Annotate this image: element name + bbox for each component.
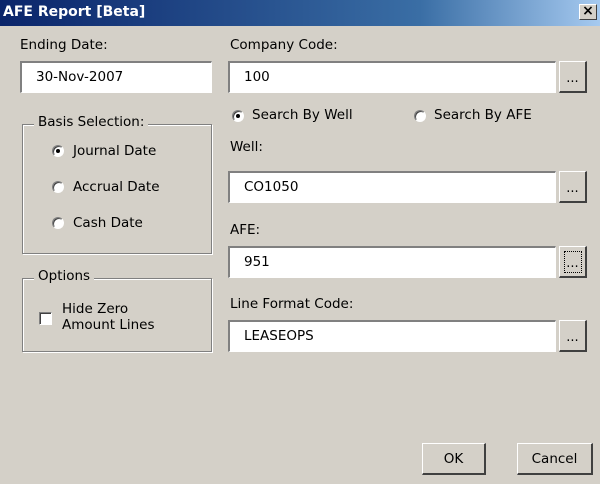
afe-label: AFE: [230, 222, 261, 238]
ok-button[interactable]: OK [422, 443, 486, 475]
line-format-browse-button[interactable]: ... [559, 320, 587, 352]
accrual-date-label[interactable]: Accrual Date [73, 179, 160, 195]
journal-date-label[interactable]: Journal Date [73, 143, 156, 159]
afe-report-dialog: AFE Report [Beta] × Ending Date: 30-Nov-… [0, 0, 600, 484]
close-icon: × [582, 3, 594, 19]
journal-date-radio[interactable] [52, 145, 64, 157]
afe-input[interactable]: 951 [228, 246, 556, 278]
search-by-afe-radio[interactable] [414, 110, 426, 122]
company-code-label: Company Code: [230, 37, 338, 53]
ending-date-input[interactable]: 30-Nov-2007 [20, 61, 212, 93]
cancel-button[interactable]: Cancel [517, 443, 593, 475]
hide-zero-label-line2: Amount Lines [62, 317, 155, 333]
hide-zero-label[interactable]: Hide Zero Amount Lines [62, 301, 155, 333]
ending-date-label: Ending Date: [20, 37, 108, 53]
basis-selection-title: Basis Selection: [34, 114, 149, 130]
afe-browse-button[interactable]: ... [559, 246, 587, 278]
cash-date-radio[interactable] [52, 217, 64, 229]
well-input[interactable]: CO1050 [228, 171, 556, 203]
close-button[interactable]: × [579, 4, 597, 20]
company-code-input[interactable]: 100 [228, 61, 556, 93]
accrual-date-radio[interactable] [52, 181, 64, 193]
cash-date-label[interactable]: Cash Date [73, 215, 143, 231]
title-bar[interactable]: AFE Report [Beta] × [0, 0, 600, 26]
search-by-well-label[interactable]: Search By Well [252, 107, 353, 123]
line-format-input[interactable]: LEASEOPS [228, 320, 556, 352]
search-by-afe-label[interactable]: Search By AFE [434, 107, 532, 123]
options-title: Options [34, 268, 95, 284]
well-label: Well: [230, 139, 263, 155]
hide-zero-checkbox[interactable] [39, 312, 52, 325]
hide-zero-label-line1: Hide Zero [62, 301, 129, 317]
search-by-well-radio[interactable] [232, 110, 244, 122]
company-code-browse-button[interactable]: ... [559, 61, 587, 93]
well-browse-button[interactable]: ... [559, 171, 587, 203]
line-format-label: Line Format Code: [230, 296, 354, 312]
window-title: AFE Report [Beta] [3, 4, 146, 20]
